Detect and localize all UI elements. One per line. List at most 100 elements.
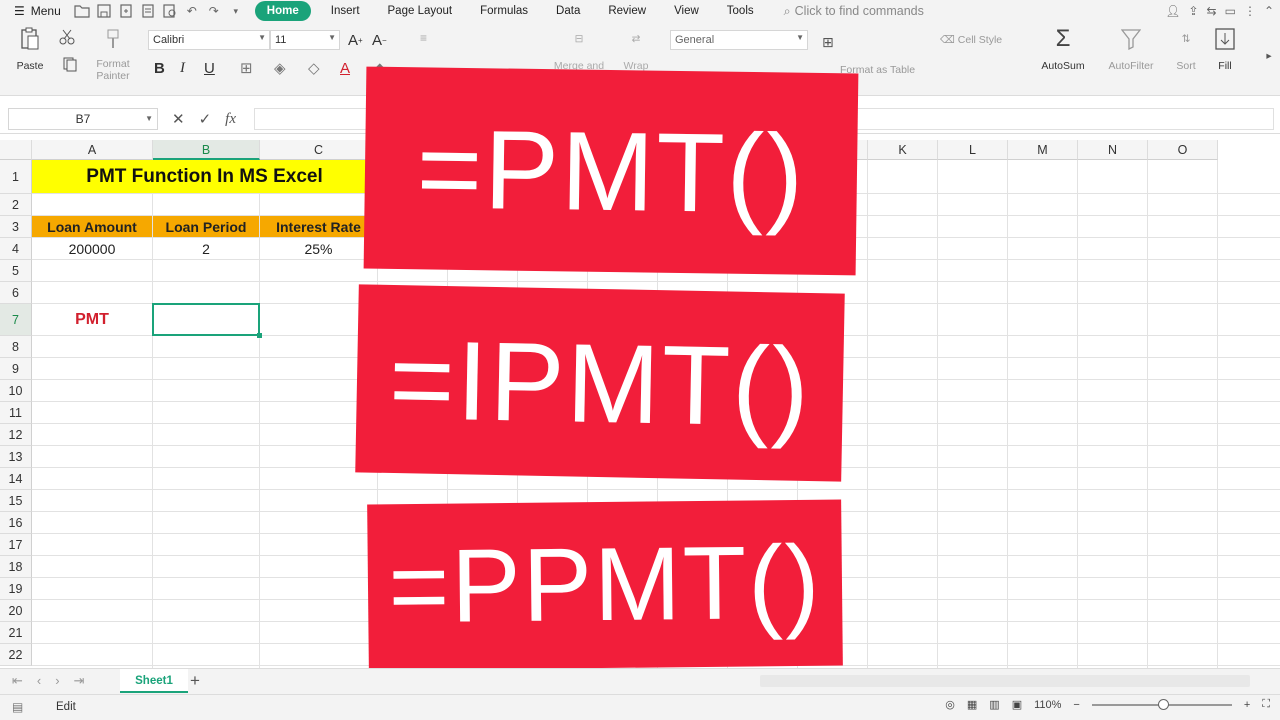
font-size-select[interactable]: 11 ▼ bbox=[270, 30, 340, 50]
cut-icon[interactable] bbox=[56, 28, 78, 49]
name-box[interactable]: B7 ▼ bbox=[8, 108, 158, 130]
save-icon[interactable] bbox=[93, 1, 115, 21]
decrease-font-icon[interactable]: A − bbox=[372, 30, 387, 50]
last-sheet-icon[interactable]: ⇥ bbox=[74, 673, 85, 689]
format-painter-button[interactable]: Format Painter bbox=[90, 26, 136, 82]
row-header-11[interactable]: 11 bbox=[0, 402, 32, 424]
merge-button[interactable]: ⊟ Merge and bbox=[544, 26, 614, 72]
next-sheet-icon[interactable]: › bbox=[55, 673, 59, 689]
comment-icon[interactable]: ▭ bbox=[1225, 4, 1236, 18]
tab-insert[interactable]: Insert bbox=[317, 1, 374, 21]
fill-button[interactable]: Fill bbox=[1208, 26, 1242, 72]
table-style-icon[interactable]: ⊞ bbox=[822, 32, 834, 52]
horizontal-scrollbar[interactable] bbox=[760, 675, 1250, 687]
tab-formulas[interactable]: Formulas bbox=[466, 1, 542, 21]
tab-view[interactable]: View bbox=[660, 1, 713, 21]
wrap-button[interactable]: ⇄ Wrap bbox=[618, 26, 654, 72]
underline-icon[interactable]: U bbox=[204, 58, 215, 78]
macro-icon[interactable]: ▤ bbox=[12, 700, 23, 714]
row-header-14[interactable]: 14 bbox=[0, 468, 32, 490]
page-break-view-icon[interactable]: ▥ bbox=[989, 698, 999, 711]
insert-function-icon[interactable]: fx bbox=[225, 111, 236, 128]
column-header-l[interactable]: L bbox=[938, 140, 1008, 160]
italic-icon[interactable]: I bbox=[180, 58, 185, 78]
pmt-label-cell[interactable]: PMT bbox=[32, 304, 152, 335]
share-icon[interactable]: ⇪ bbox=[1188, 4, 1198, 18]
row-header-22[interactable]: 22 bbox=[0, 644, 32, 666]
interest-rate-header-cell[interactable]: Interest Rate bbox=[260, 216, 377, 237]
sheet-tab-sheet1[interactable]: Sheet1 bbox=[120, 669, 188, 693]
fill-color-icon[interactable]: ◈ bbox=[274, 58, 286, 78]
zoom-value[interactable]: 110% bbox=[1034, 699, 1061, 711]
column-header-k[interactable]: K bbox=[868, 140, 938, 160]
first-sheet-icon[interactable]: ⇤ bbox=[12, 673, 23, 689]
row-header-8[interactable]: 8 bbox=[0, 336, 32, 358]
increase-font-icon[interactable]: A + bbox=[348, 30, 363, 50]
row-header-2[interactable]: 2 bbox=[0, 194, 32, 216]
user-icon[interactable]: 👤︎ bbox=[1165, 4, 1180, 18]
active-cell-b7[interactable] bbox=[152, 303, 262, 338]
select-all-corner[interactable] bbox=[0, 140, 32, 160]
zoom-out-icon[interactable]: − bbox=[1073, 699, 1079, 711]
prev-sheet-icon[interactable]: ‹ bbox=[37, 673, 41, 689]
add-sheet-icon[interactable]: + bbox=[190, 671, 200, 691]
row-header-20[interactable]: 20 bbox=[0, 600, 32, 622]
command-search[interactable]: ⌕ Click to find commands bbox=[784, 4, 924, 19]
zoom-in-icon[interactable]: + bbox=[1244, 699, 1250, 711]
row-header-21[interactable]: 21 bbox=[0, 622, 32, 644]
loan-amount-header-cell[interactable]: Loan Amount bbox=[32, 216, 152, 237]
row-header-6[interactable]: 6 bbox=[0, 282, 32, 304]
row-header-13[interactable]: 13 bbox=[0, 446, 32, 468]
print-preview-icon[interactable] bbox=[159, 1, 181, 21]
row-header-3[interactable]: 3 bbox=[0, 216, 32, 238]
column-header-b[interactable]: B bbox=[153, 140, 260, 160]
row-header-1[interactable]: 1 bbox=[0, 160, 32, 194]
row-header-18[interactable]: 18 bbox=[0, 556, 32, 578]
tab-tools[interactable]: Tools bbox=[713, 1, 768, 21]
collab-icon[interactable]: ⇆ bbox=[1207, 4, 1217, 18]
interest-rate-cell[interactable]: 25% bbox=[260, 238, 377, 259]
column-header-n[interactable]: N bbox=[1078, 140, 1148, 160]
row-header-7[interactable]: 7 bbox=[0, 304, 32, 336]
column-header-m[interactable]: M bbox=[1008, 140, 1078, 160]
zoom-slider[interactable] bbox=[1091, 698, 1232, 710]
ribbon-scroll-right-icon[interactable]: ▸ bbox=[1262, 50, 1276, 62]
borders-icon[interactable]: ⊞ bbox=[240, 58, 253, 78]
tab-data[interactable]: Data bbox=[542, 1, 594, 21]
undo-icon[interactable]: ↶ bbox=[181, 1, 203, 21]
collapse-ribbon-icon[interactable]: ⌃ bbox=[1264, 4, 1274, 18]
more-icon[interactable]: ⋮ bbox=[1244, 4, 1256, 18]
row-header-17[interactable]: 17 bbox=[0, 534, 32, 556]
column-header-o[interactable]: O bbox=[1148, 140, 1218, 160]
print-icon[interactable] bbox=[137, 1, 159, 21]
column-header-c[interactable]: C bbox=[260, 140, 378, 160]
title-cell[interactable]: PMT Function In MS Excel bbox=[32, 160, 377, 193]
normal-view-icon[interactable]: ▦ bbox=[967, 698, 977, 711]
row-header-15[interactable]: 15 bbox=[0, 490, 32, 512]
sort-button[interactable]: ⇅ Sort bbox=[1166, 26, 1206, 72]
font-name-select[interactable]: Calibri ▼ bbox=[148, 30, 270, 50]
font-color-icon[interactable]: A bbox=[340, 58, 350, 78]
loan-period-cell[interactable]: 2 bbox=[153, 238, 259, 259]
number-format-select[interactable]: General ▼ bbox=[670, 30, 808, 50]
shading-icon[interactable]: ◇ bbox=[308, 58, 320, 78]
tab-review[interactable]: Review bbox=[594, 1, 660, 21]
copy-icon[interactable] bbox=[58, 56, 84, 75]
confirm-icon[interactable]: ✓ bbox=[199, 110, 212, 128]
row-header-19[interactable]: 19 bbox=[0, 578, 32, 600]
export-icon[interactable] bbox=[115, 1, 137, 21]
align-top-icon[interactable]: ≡ bbox=[420, 28, 427, 48]
paste-button[interactable]: Paste bbox=[8, 26, 52, 72]
row-header-9[interactable]: 9 bbox=[0, 358, 32, 380]
cancel-icon[interactable]: ✕ bbox=[172, 110, 185, 128]
tab-home[interactable]: Home bbox=[254, 1, 311, 21]
fullscreen-icon[interactable]: ⛶ bbox=[1262, 698, 1270, 711]
bold-icon[interactable]: B bbox=[154, 58, 165, 78]
main-menu-button[interactable]: ☰ Menu bbox=[0, 0, 71, 22]
loan-amount-cell[interactable]: 200000 bbox=[32, 238, 152, 259]
row-header-10[interactable]: 10 bbox=[0, 380, 32, 402]
redo-icon[interactable]: ↷ bbox=[203, 1, 225, 21]
row-header-4[interactable]: 4 bbox=[0, 238, 32, 260]
row-header-5[interactable]: 5 bbox=[0, 260, 32, 282]
column-header-a[interactable]: A bbox=[32, 140, 153, 160]
